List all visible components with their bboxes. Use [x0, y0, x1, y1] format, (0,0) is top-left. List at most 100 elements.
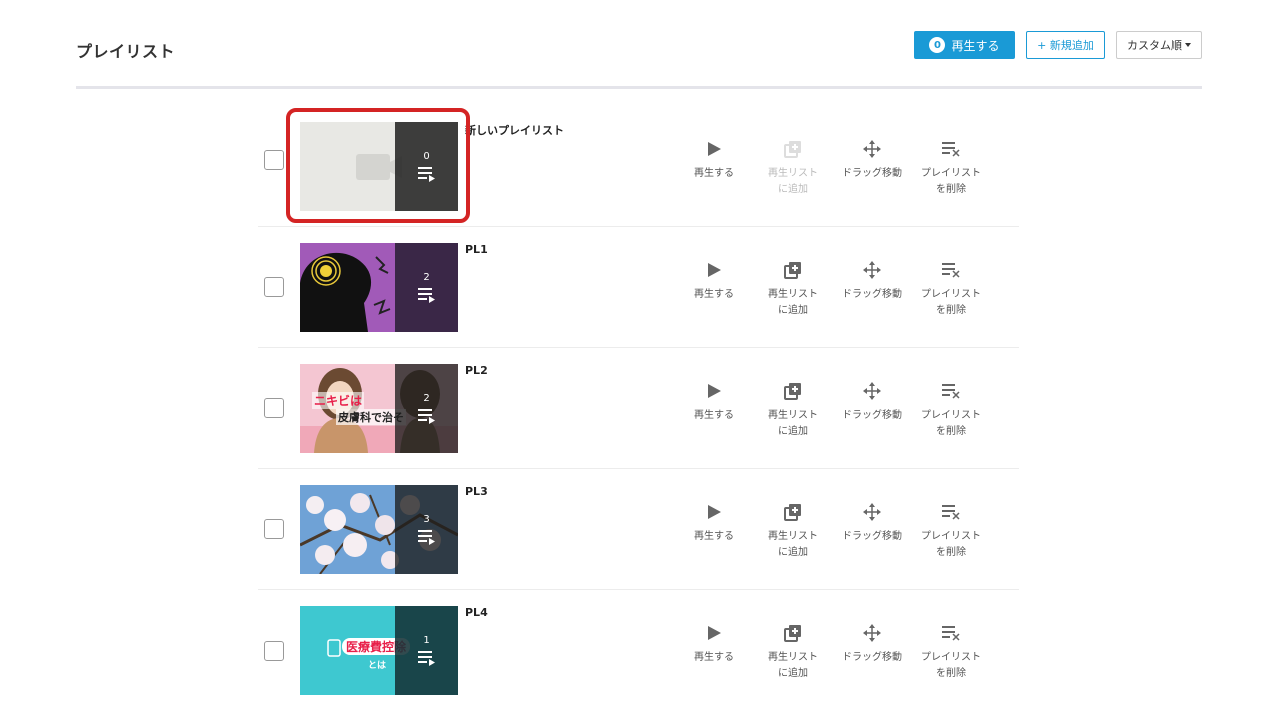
delete-label-2: を削除 [936, 305, 966, 316]
play-all-button[interactable]: 0 再生する [914, 31, 1015, 59]
drag-move-icon [832, 259, 912, 281]
playlist-row: 3 PL3 再生する 再生リスト に追加 ドラッグ移動 プレイリスト を削除 [258, 469, 1019, 590]
playlist-name[interactable]: 新しいプレイリスト [465, 122, 564, 138]
playlist-row: 2 PL1 再生する 再生リスト に追加 ドラッグ移動 プレイリスト を削除 [258, 227, 1019, 348]
video-count: 2 [423, 272, 430, 283]
delete-playlist-button[interactable]: プレイリスト を削除 [911, 501, 991, 561]
add-label-1: 再生リスト [768, 531, 818, 542]
video-count: 2 [423, 393, 430, 404]
sort-dropdown[interactable]: カスタム順 [1116, 31, 1202, 59]
drag-label: ドラッグ移動 [842, 289, 902, 300]
add-to-playlist-button[interactable]: 再生リスト に追加 [753, 501, 833, 561]
playlist-icon [417, 530, 435, 545]
header-divider [76, 86, 1202, 89]
playlist-overlay: 2 [395, 243, 458, 332]
drag-move-button[interactable]: ドラッグ移動 [832, 622, 912, 666]
thumbnail-caption-2: とは [368, 661, 387, 671]
drag-move-button[interactable]: ドラッグ移動 [832, 138, 912, 182]
drag-label: ドラッグ移動 [842, 410, 902, 421]
playlist-thumbnail[interactable]: 医療費控除 とは 1 [300, 606, 458, 695]
add-to-playlist-icon [753, 138, 833, 160]
add-label-2: に追加 [778, 426, 808, 437]
delete-label-2: を削除 [936, 547, 966, 558]
drag-move-icon [832, 622, 912, 644]
drag-move-button[interactable]: ドラッグ移動 [832, 259, 912, 303]
playlist-overlay: 1 [395, 606, 458, 695]
playlist-icon [417, 288, 435, 303]
delete-label-2: を削除 [936, 184, 966, 195]
play-button[interactable]: 再生する [674, 622, 754, 666]
add-label-2: に追加 [778, 184, 808, 195]
drag-label: ドラッグ移動 [842, 652, 902, 663]
add-to-playlist-button[interactable]: 再生リスト に追加 [753, 138, 833, 198]
video-count: 1 [423, 635, 430, 646]
delete-playlist-icon [911, 259, 991, 281]
playlist-thumbnail[interactable]: 2 [300, 243, 458, 332]
play-button[interactable]: 再生する [674, 501, 754, 545]
playlist-row: 医療費控除 とは 1 PL4 再生する 再生リスト に追加 ドラッグ移動 プレイ… [258, 590, 1019, 711]
add-label-1: 再生リスト [768, 168, 818, 179]
play-label: 再生する [694, 531, 734, 542]
playlist-name[interactable]: PL2 [465, 364, 488, 377]
delete-label-1: プレイリスト [921, 410, 981, 421]
sort-label: カスタム順 [1127, 39, 1182, 52]
drag-move-button[interactable]: ドラッグ移動 [832, 380, 912, 424]
page-title: プレイリスト [76, 42, 176, 61]
delete-label-1: プレイリスト [921, 652, 981, 663]
playlist-overlay: 2 [395, 364, 458, 453]
delete-playlist-button[interactable]: プレイリスト を削除 [911, 380, 991, 440]
playlist-checkbox[interactable] [264, 150, 284, 170]
playlist-checkbox[interactable] [264, 398, 284, 418]
play-label: 再生する [694, 168, 734, 179]
add-label-1: 再生リスト [768, 652, 818, 663]
playlist-name[interactable]: PL4 [465, 606, 488, 619]
play-button[interactable]: 再生する [674, 138, 754, 182]
playlist-checkbox[interactable] [264, 277, 284, 297]
caret-down-icon [1185, 43, 1191, 47]
delete-label-2: を削除 [936, 426, 966, 437]
delete-playlist-button[interactable]: プレイリスト を削除 [911, 259, 991, 319]
delete-playlist-button[interactable]: プレイリスト を削除 [911, 622, 991, 682]
play-icon [674, 259, 754, 281]
delete-playlist-icon [911, 501, 991, 523]
play-icon [674, 501, 754, 523]
add-to-playlist-button[interactable]: 再生リスト に追加 [753, 622, 833, 682]
delete-label-1: プレイリスト [921, 168, 981, 179]
drag-move-icon [832, 380, 912, 402]
delete-playlist-icon [911, 138, 991, 160]
add-to-playlist-button[interactable]: 再生リスト に追加 [753, 259, 833, 319]
playlist-row: ニキビは 皮膚科で治そ 2 PL2 再生する 再生リスト に追加 ドラッグ移動 … [258, 348, 1019, 469]
add-label-1: 再生リスト [768, 289, 818, 300]
add-to-playlist-icon [753, 622, 833, 644]
add-label-2: に追加 [778, 305, 808, 316]
playlist-name[interactable]: PL3 [465, 485, 488, 498]
add-label-1: 再生リスト [768, 410, 818, 421]
play-button[interactable]: 再生する [674, 259, 754, 303]
drag-label: ドラッグ移動 [842, 531, 902, 542]
new-playlist-button[interactable]: + 新規追加 [1026, 31, 1105, 59]
video-count: 3 [423, 514, 430, 525]
new-playlist-label: + 新規追加 [1037, 39, 1094, 52]
play-icon [674, 622, 754, 644]
delete-playlist-icon [911, 622, 991, 644]
playlist-checkbox[interactable] [264, 640, 284, 661]
delete-label-1: プレイリスト [921, 531, 981, 542]
delete-label-1: プレイリスト [921, 289, 981, 300]
play-count-badge: 0 [929, 37, 946, 53]
drag-move-icon [832, 138, 912, 160]
drag-move-button[interactable]: ドラッグ移動 [832, 501, 912, 545]
play-button[interactable]: 再生する [674, 380, 754, 424]
drag-label: ドラッグ移動 [842, 168, 902, 179]
playlist-thumbnail[interactable]: 3 [300, 485, 458, 574]
add-to-playlist-button[interactable]: 再生リスト に追加 [753, 380, 833, 440]
delete-playlist-button[interactable]: プレイリスト を削除 [911, 138, 991, 198]
add-to-playlist-icon [753, 501, 833, 523]
play-label: 再生する [694, 289, 734, 300]
playlist-name[interactable]: PL1 [465, 243, 488, 256]
play-all-label: 再生する [951, 38, 1000, 53]
play-label: 再生する [694, 410, 734, 421]
playlist-thumbnail[interactable]: ニキビは 皮膚科で治そ 2 [300, 364, 458, 453]
playlist-icon [417, 651, 435, 666]
playlist-checkbox[interactable] [264, 519, 284, 539]
play-icon [674, 380, 754, 402]
